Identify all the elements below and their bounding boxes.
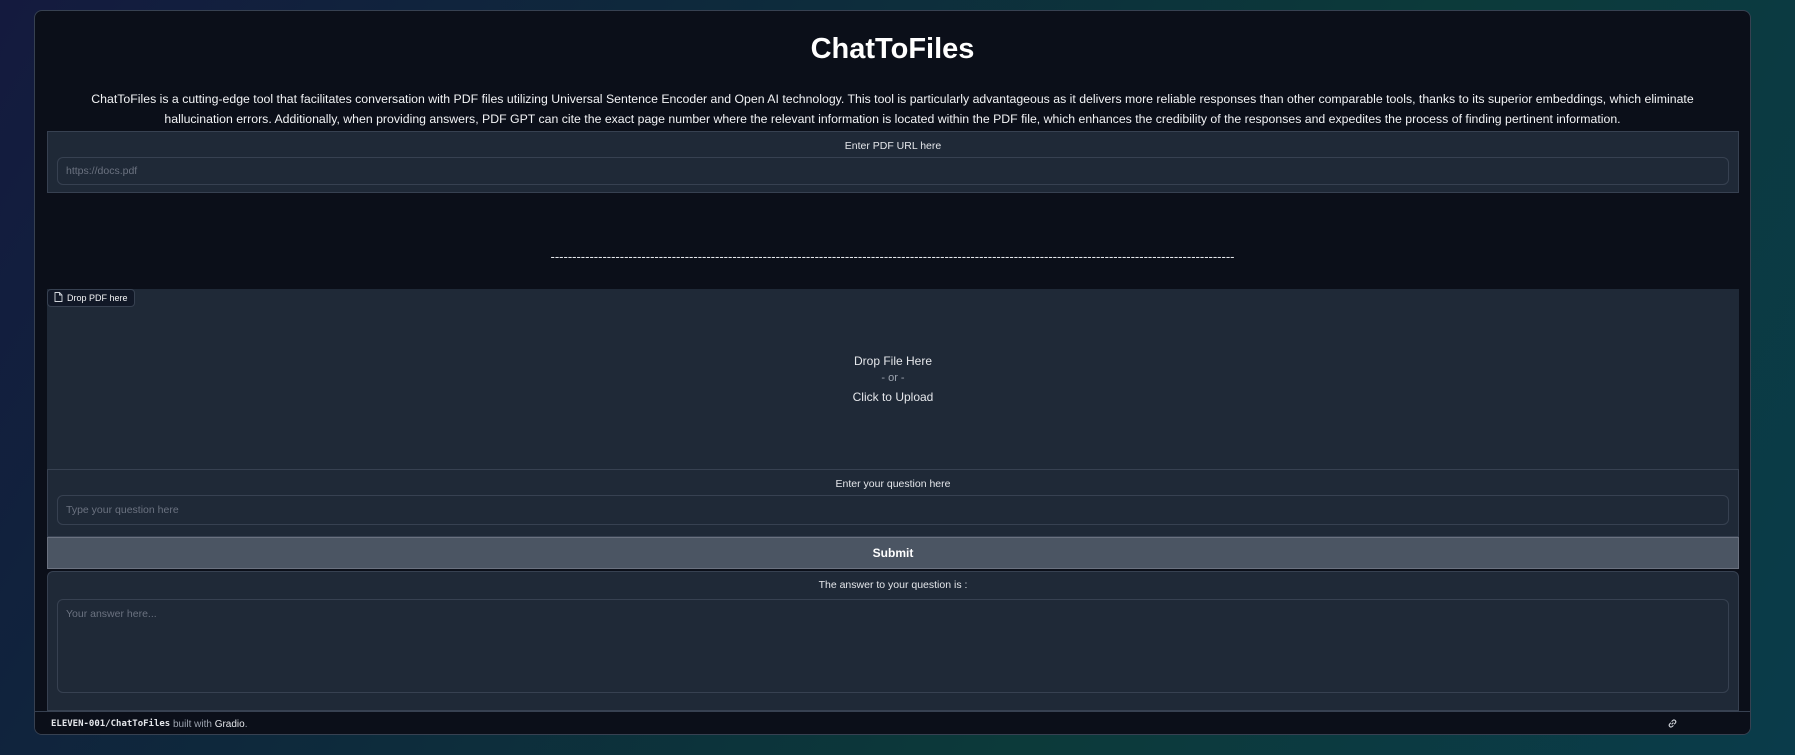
gradio-link[interactable]: Gradio	[215, 719, 245, 730]
answer-output-panel: The answer to your question is :	[47, 571, 1739, 711]
dashed-divider: ----------------------------------------…	[550, 249, 1235, 264]
answer-textarea[interactable]	[57, 599, 1729, 693]
link-icon[interactable]	[1667, 718, 1678, 732]
pdf-url-input[interactable]	[57, 157, 1729, 185]
drop-pdf-tag-label: Drop PDF here	[67, 293, 128, 303]
footer: ELEVEN-001/ChatToFiles built with Gradio…	[35, 711, 1750, 734]
footer-period: .	[244, 718, 248, 730]
answer-output-label: The answer to your question is :	[818, 579, 968, 591]
repo-name[interactable]: ELEVEN-001/ChatToFiles	[51, 719, 170, 729]
drop-pdf-tag: Drop PDF here	[47, 289, 135, 307]
drop-file-text: Drop File Here	[853, 354, 933, 368]
file-drop-zone[interactable]: Drop File Here - or - Click to Upload	[47, 289, 1739, 469]
app-description: ChatToFiles is a cutting-edge tool that …	[91, 92, 1694, 126]
question-input-panel: Enter your question here	[47, 469, 1739, 537]
url-input-label: Enter PDF URL here	[844, 140, 942, 152]
question-input[interactable]	[57, 495, 1729, 525]
page-title: ChatToFiles	[810, 33, 975, 65]
click-to-upload-text: Click to Upload	[852, 390, 934, 404]
drop-or-text: - or -	[881, 372, 905, 384]
question-input-label: Enter your question here	[835, 478, 951, 490]
url-input-panel: Enter PDF URL here	[47, 131, 1739, 193]
file-icon	[54, 292, 63, 304]
submit-button[interactable]: Submit	[47, 537, 1739, 569]
app-container: ChatToFiles ChatToFiles is a cutting-edg…	[34, 10, 1751, 735]
built-with-text: built with	[173, 718, 212, 730]
